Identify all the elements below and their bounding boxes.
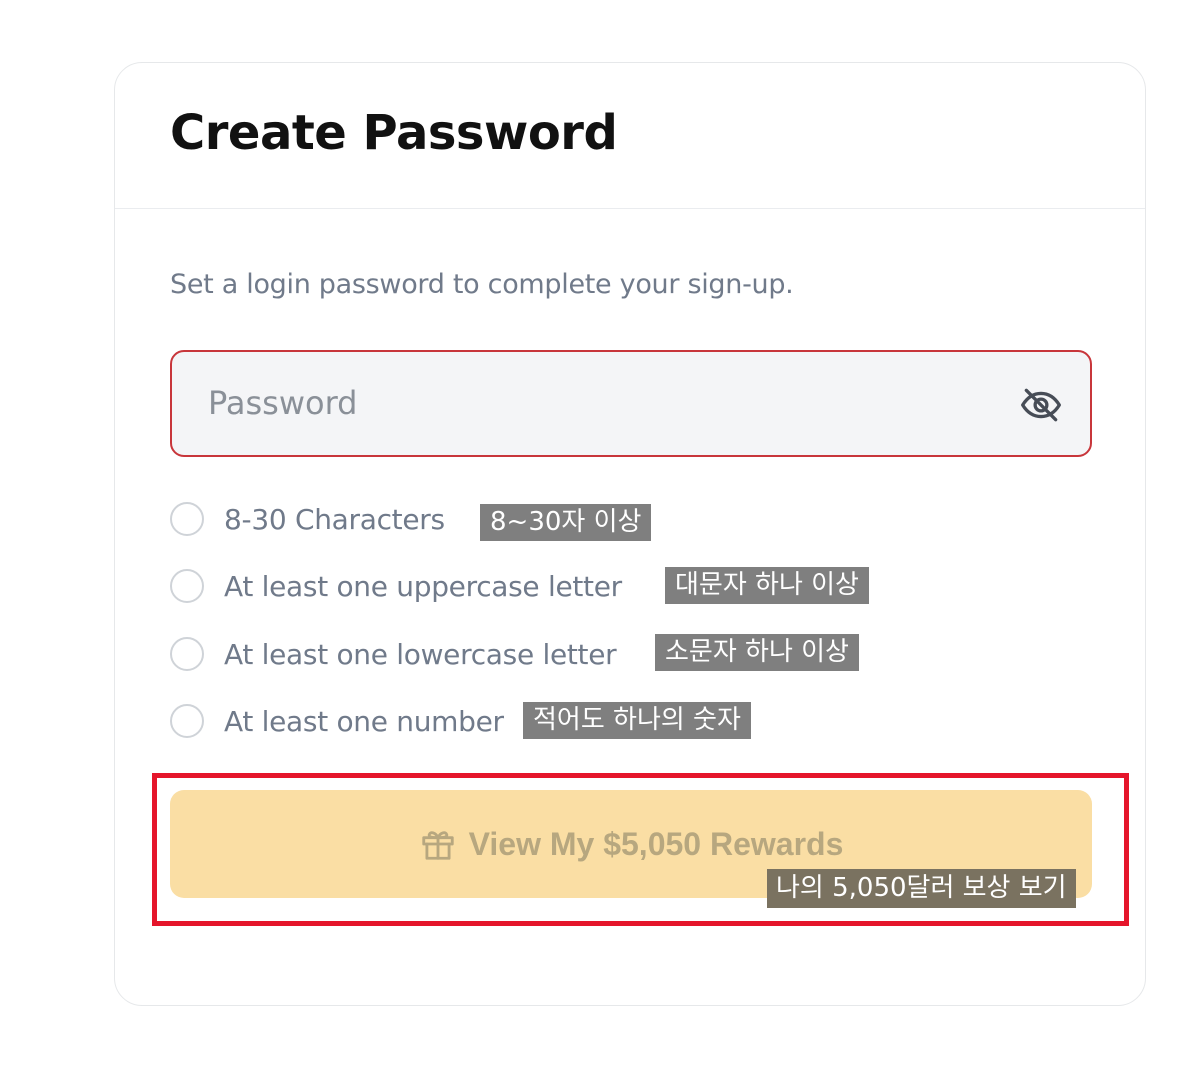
gift-icon <box>421 831 454 860</box>
card-header: Create Password <box>115 63 1145 209</box>
rule-lowercase: At least one lowercase letter <box>170 634 617 674</box>
rule-label: 8-30 Characters <box>224 502 445 536</box>
rule-check-circle <box>170 637 204 671</box>
page-title: Create Password <box>170 105 618 161</box>
create-password-card: Create Password Set a login password to … <box>114 62 1146 1006</box>
view-rewards-label: View My $5,050 Rewards <box>468 825 844 862</box>
rule-annotation: 대문자 하나 이상 <box>665 567 869 604</box>
rule-label: At least one number <box>224 704 504 738</box>
rule-number: At least one number <box>170 701 504 741</box>
rule-uppercase: At least one uppercase letter <box>170 566 622 606</box>
rule-label: At least one lowercase letter <box>224 637 617 671</box>
cta-annotation: 나의 5,050달러 보상 보기 <box>767 869 1076 908</box>
toggle-visibility-button[interactable] <box>1018 382 1064 428</box>
rule-check-circle <box>170 502 204 536</box>
rule-annotation: 소문자 하나 이상 <box>655 634 859 671</box>
eye-off-icon <box>1021 388 1061 422</box>
rule-length: 8-30 Characters <box>170 499 445 539</box>
password-input[interactable] <box>208 380 968 426</box>
rule-label: At least one uppercase letter <box>224 569 622 603</box>
subtitle: Set a login password to complete your si… <box>170 269 794 300</box>
rule-annotation: 8~30자 이상 <box>480 504 652 541</box>
password-field[interactable] <box>170 350 1092 457</box>
rule-check-circle <box>170 569 204 603</box>
rule-annotation: 적어도 하나의 숫자 <box>523 702 751 739</box>
rule-check-circle <box>170 704 204 738</box>
